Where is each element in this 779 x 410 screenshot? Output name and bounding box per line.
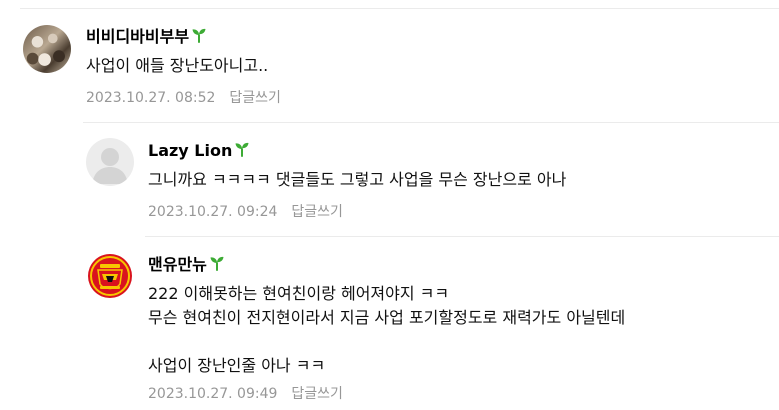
comment-line: 무슨 현여친이 전지현이라서 지금 사업 포기할정도로 재력가도 아닐텐데 bbox=[148, 308, 626, 327]
comment-divider bbox=[83, 122, 779, 123]
reply-button[interactable]: 답글쓰기 bbox=[291, 386, 343, 402]
avatar[interactable] bbox=[86, 252, 134, 300]
comment-line: 222 이해못하는 현여친이랑 헤어져야지 ㅋㅋ bbox=[148, 284, 450, 303]
comment-date: 2023.10.27. 08:52 bbox=[86, 90, 216, 106]
nickname-text[interactable]: 맨유만뉴 bbox=[148, 255, 207, 274]
comment-text: 사업이 애들 장난도아니고.. bbox=[86, 54, 268, 78]
comment-nickname[interactable]: 비비디바비부부 bbox=[86, 27, 207, 47]
comment-meta: 2023.10.27. 08:52 답글쓰기 bbox=[86, 89, 281, 107]
comment-date: 2023.10.27. 09:49 bbox=[148, 386, 278, 402]
comment-nickname[interactable]: Lazy Lion bbox=[148, 141, 250, 161]
reply-button[interactable]: 답글쓰기 bbox=[229, 90, 281, 106]
sprout-icon bbox=[209, 255, 225, 271]
comment-text: 222 이해못하는 현여친이랑 헤어져야지 ㅋㅋ 무슨 현여친이 전지현이라서 … bbox=[148, 282, 625, 378]
avatar[interactable] bbox=[86, 138, 134, 186]
reply-button[interactable]: 답글쓰기 bbox=[291, 204, 343, 220]
comment-line bbox=[148, 330, 625, 354]
comment-meta: 2023.10.27. 09:49 답글쓰기 bbox=[148, 385, 343, 403]
comment-line: 그니까요 ㅋㅋㅋㅋ 댓글들도 그렇고 사업을 무슨 장난으로 아나 bbox=[148, 170, 567, 189]
comment-meta: 2023.10.27. 09:24 답글쓰기 bbox=[148, 203, 343, 221]
comment-date: 2023.10.27. 09:24 bbox=[148, 204, 278, 220]
football-club-crest-icon bbox=[88, 254, 132, 298]
nickname-text[interactable]: 비비디바비부부 bbox=[86, 27, 189, 46]
top-divider bbox=[20, 8, 779, 9]
nickname-text[interactable]: Lazy Lion bbox=[148, 141, 232, 160]
sprout-icon bbox=[234, 141, 250, 157]
avatar[interactable] bbox=[23, 25, 71, 73]
comment-nickname[interactable]: 맨유만뉴 bbox=[148, 255, 225, 275]
sprout-icon bbox=[191, 27, 207, 43]
comment-text: 그니까요 ㅋㅋㅋㅋ 댓글들도 그렇고 사업을 무슨 장난으로 아나 bbox=[148, 168, 566, 192]
comment-line: 사업이 장난인줄 아나 ㅋㅋ bbox=[148, 356, 326, 375]
comment-line: 사업이 애들 장난도아니고.. bbox=[86, 56, 269, 75]
comment-divider bbox=[145, 236, 779, 237]
person-silhouette-icon bbox=[92, 148, 128, 184]
